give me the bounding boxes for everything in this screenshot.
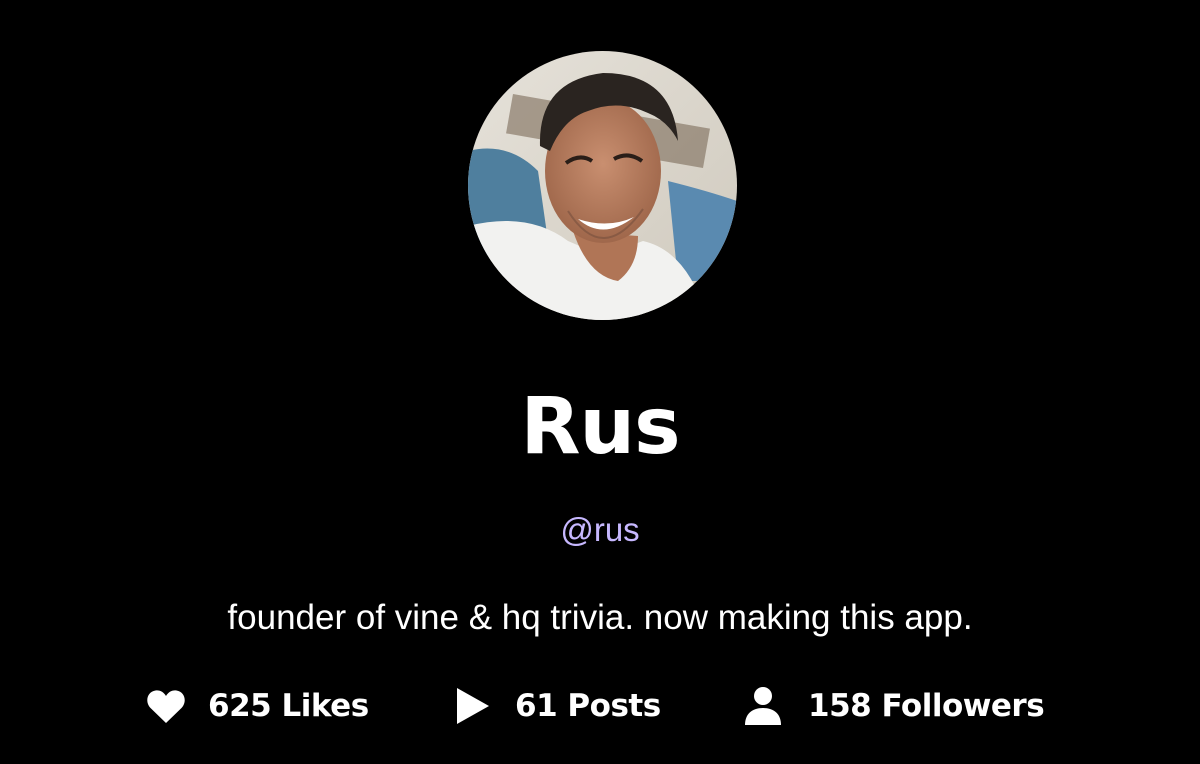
likes-stat[interactable]: 625 Likes	[146, 682, 369, 730]
play-icon	[455, 686, 491, 726]
profile-name: Rus	[520, 382, 680, 472]
posts-stat[interactable]: 61 Posts	[455, 682, 661, 730]
likes-count: 625 Likes	[208, 688, 369, 724]
profile-bio: founder of vine & hq trivia. now making …	[227, 598, 973, 637]
heart-icon	[146, 688, 186, 724]
followers-count: 158 Followers	[808, 688, 1045, 724]
posts-count: 61 Posts	[515, 688, 661, 724]
followers-stat[interactable]: 158 Followers	[744, 682, 1045, 730]
avatar[interactable]	[468, 51, 737, 320]
person-icon	[744, 686, 782, 726]
avatar-photo	[468, 51, 737, 320]
profile-stats: 625 Likes 61 Posts 158 Followers	[0, 682, 1200, 730]
profile-handle[interactable]: @rus	[0, 510, 1200, 550]
